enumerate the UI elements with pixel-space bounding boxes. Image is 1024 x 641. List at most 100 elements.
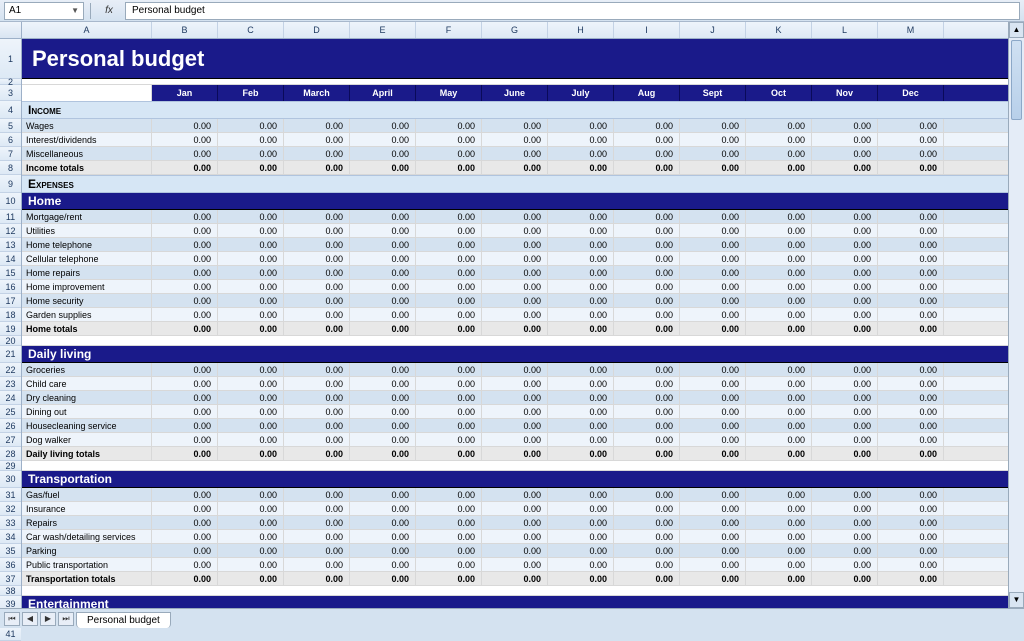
row-header[interactable]: 9 — [0, 175, 21, 193]
value-cell[interactable]: 0.00 — [746, 405, 812, 418]
row-header[interactable]: 21 — [0, 346, 21, 363]
value-cell[interactable]: 0.00 — [416, 530, 482, 543]
vertical-scrollbar[interactable]: ▲ ▼ — [1008, 22, 1024, 608]
value-cell[interactable]: 0.00 — [482, 488, 548, 501]
row-header[interactable]: 5 — [0, 119, 21, 133]
row-header[interactable]: 13 — [0, 238, 21, 252]
value-cell[interactable]: 0.00 — [218, 572, 284, 585]
value-cell[interactable]: 0.00 — [680, 516, 746, 529]
value-cell[interactable]: 0.00 — [878, 308, 944, 321]
value-cell[interactable]: 0.00 — [614, 363, 680, 376]
value-cell[interactable]: 0.00 — [812, 322, 878, 335]
row-header[interactable]: 33 — [0, 516, 21, 530]
value-cell[interactable]: 0.00 — [218, 280, 284, 293]
data-row[interactable]: Car wash/detailing services0.000.000.000… — [22, 530, 1024, 544]
row-header[interactable]: 3 — [0, 85, 21, 101]
value-cell[interactable]: 0.00 — [812, 294, 878, 307]
value-cell[interactable]: 0.00 — [812, 502, 878, 515]
value-cell[interactable]: 0.00 — [680, 391, 746, 404]
value-cell[interactable]: 0.00 — [218, 377, 284, 390]
value-cell[interactable]: 0.00 — [614, 502, 680, 515]
value-cell[interactable]: 0.00 — [878, 322, 944, 335]
value-cell[interactable]: 0.00 — [218, 502, 284, 515]
value-cell[interactable]: 0.00 — [878, 544, 944, 557]
data-row[interactable]: Home repairs0.000.000.000.000.000.000.00… — [22, 266, 1024, 280]
column-header[interactable]: B — [152, 22, 218, 38]
value-cell[interactable]: 0.00 — [152, 447, 218, 460]
row-header[interactable]: 16 — [0, 280, 21, 294]
value-cell[interactable]: 0.00 — [482, 516, 548, 529]
value-cell[interactable]: 0.00 — [152, 419, 218, 432]
value-cell[interactable]: 0.00 — [812, 433, 878, 446]
value-cell[interactable]: 0.00 — [482, 224, 548, 237]
value-cell[interactable]: 0.00 — [878, 294, 944, 307]
value-cell[interactable]: 0.00 — [152, 280, 218, 293]
value-cell[interactable]: 0.00 — [218, 419, 284, 432]
value-cell[interactable]: 0.00 — [416, 572, 482, 585]
value-cell[interactable]: 0.00 — [614, 119, 680, 132]
value-cell[interactable]: 0.00 — [878, 119, 944, 132]
value-cell[interactable]: 0.00 — [350, 224, 416, 237]
value-cell[interactable]: 0.00 — [218, 544, 284, 557]
value-cell[interactable]: 0.00 — [482, 238, 548, 251]
value-cell[interactable]: 0.00 — [614, 572, 680, 585]
value-cell[interactable]: 0.00 — [548, 572, 614, 585]
value-cell[interactable]: 0.00 — [350, 308, 416, 321]
value-cell[interactable]: 0.00 — [812, 572, 878, 585]
value-cell[interactable]: 0.00 — [482, 544, 548, 557]
value-cell[interactable]: 0.00 — [218, 391, 284, 404]
value-cell[interactable]: 0.00 — [482, 363, 548, 376]
value-cell[interactable]: 0.00 — [680, 558, 746, 571]
value-cell[interactable]: 0.00 — [482, 308, 548, 321]
scroll-up-button[interactable]: ▲ — [1009, 22, 1024, 38]
value-cell[interactable]: 0.00 — [812, 488, 878, 501]
value-cell[interactable]: 0.00 — [350, 530, 416, 543]
value-cell[interactable]: 0.00 — [152, 516, 218, 529]
value-cell[interactable]: 0.00 — [482, 266, 548, 279]
value-cell[interactable]: 0.00 — [746, 558, 812, 571]
data-row[interactable]: Repairs0.000.000.000.000.000.000.000.000… — [22, 516, 1024, 530]
value-cell[interactable]: 0.00 — [284, 161, 350, 174]
value-cell[interactable]: 0.00 — [350, 266, 416, 279]
value-cell[interactable]: 0.00 — [152, 572, 218, 585]
value-cell[interactable]: 0.00 — [614, 558, 680, 571]
value-cell[interactable]: 0.00 — [284, 488, 350, 501]
value-cell[interactable]: 0.00 — [152, 147, 218, 160]
value-cell[interactable]: 0.00 — [416, 147, 482, 160]
name-box[interactable]: A1 ▼ — [4, 2, 84, 20]
row-header[interactable]: 7 — [0, 147, 21, 161]
value-cell[interactable]: 0.00 — [878, 447, 944, 460]
value-cell[interactable]: 0.00 — [350, 322, 416, 335]
value-cell[interactable]: 0.00 — [746, 572, 812, 585]
value-cell[interactable]: 0.00 — [350, 280, 416, 293]
data-row[interactable]: Public transportation0.000.000.000.000.0… — [22, 558, 1024, 572]
value-cell[interactable]: 0.00 — [284, 433, 350, 446]
value-cell[interactable]: 0.00 — [482, 161, 548, 174]
value-cell[interactable]: 0.00 — [548, 405, 614, 418]
value-cell[interactable]: 0.00 — [680, 224, 746, 237]
row-header[interactable]: 20 — [0, 336, 21, 346]
row-header[interactable]: 28 — [0, 447, 21, 461]
value-cell[interactable]: 0.00 — [482, 419, 548, 432]
scroll-thumb[interactable] — [1011, 40, 1022, 120]
value-cell[interactable]: 0.00 — [350, 294, 416, 307]
tab-nav-prev[interactable]: ◀ — [22, 612, 38, 626]
value-cell[interactable]: 0.00 — [152, 133, 218, 146]
value-cell[interactable]: 0.00 — [548, 280, 614, 293]
tab-nav-first[interactable]: ⏮ — [4, 612, 20, 626]
value-cell[interactable]: 0.00 — [746, 252, 812, 265]
data-row[interactable]: Wages0.000.000.000.000.000.000.000.000.0… — [22, 119, 1024, 133]
value-cell[interactable]: 0.00 — [812, 391, 878, 404]
value-cell[interactable]: 0.00 — [878, 516, 944, 529]
row-header[interactable]: 24 — [0, 391, 21, 405]
value-cell[interactable]: 0.00 — [614, 224, 680, 237]
value-cell[interactable]: 0.00 — [548, 516, 614, 529]
value-cell[interactable]: 0.00 — [746, 266, 812, 279]
value-cell[interactable]: 0.00 — [416, 133, 482, 146]
tab-nav-next[interactable]: ▶ — [40, 612, 56, 626]
value-cell[interactable]: 0.00 — [680, 280, 746, 293]
value-cell[interactable]: 0.00 — [746, 161, 812, 174]
value-cell[interactable]: 0.00 — [482, 119, 548, 132]
value-cell[interactable]: 0.00 — [218, 238, 284, 251]
value-cell[interactable]: 0.00 — [746, 133, 812, 146]
